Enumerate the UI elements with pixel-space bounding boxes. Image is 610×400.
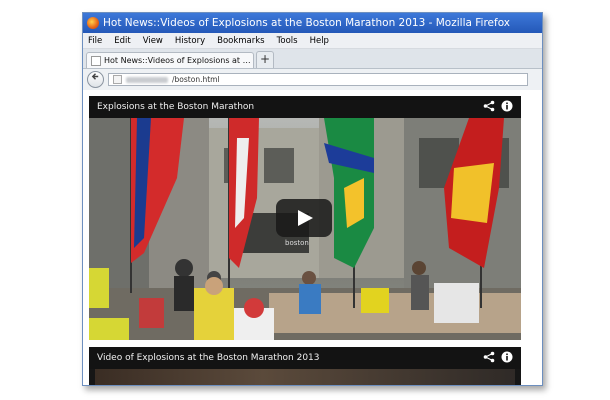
share-icon[interactable] — [483, 351, 495, 363]
site-identity-icon — [113, 75, 122, 84]
window-title: Hot News::Videos of Explosions at the Bo… — [103, 17, 511, 29]
tab-label: Hot News::Videos of Explosions at the Bo… — [104, 56, 253, 65]
video-title[interactable]: Explosions at the Boston Marathon — [97, 102, 254, 112]
video-thumbnail-2 — [95, 369, 515, 385]
video-title-2[interactable]: Video of Explosions at the Boston Marath… — [97, 353, 320, 363]
browser-window: Hot News::Videos of Explosions at the Bo… — [82, 12, 543, 386]
menu-edit[interactable]: Edit — [114, 36, 130, 46]
menu-tools[interactable]: Tools — [277, 36, 298, 46]
video-player-1[interactable]: boston Explosions at the Boston Marathon — [89, 96, 521, 340]
navigation-bar: /boston.html — [83, 69, 542, 91]
tab-active[interactable]: Hot News::Videos of Explosions at the Bo… — [86, 52, 254, 68]
url-path: /boston.html — [172, 75, 220, 84]
menu-bar: File Edit View History Bookmarks Tools H… — [83, 33, 542, 49]
video-title-bar: Explosions at the Boston Marathon — [89, 96, 521, 118]
url-bar[interactable]: /boston.html — [108, 73, 528, 86]
url-host-redacted — [126, 76, 168, 83]
back-arrow-icon — [91, 73, 99, 80]
menu-help[interactable]: Help — [310, 36, 329, 46]
page-content: boston Explosions at the Boston Marathon… — [83, 90, 542, 385]
video-player-2[interactable]: Video of Explosions at the Boston Marath… — [89, 347, 521, 385]
video-title-bar-2: Video of Explosions at the Boston Marath… — [89, 347, 521, 369]
page-icon — [91, 55, 101, 66]
menu-view[interactable]: View — [143, 36, 163, 46]
menu-history[interactable]: History — [175, 36, 205, 46]
info-icon[interactable] — [501, 351, 513, 363]
tab-strip: Hot News::Videos of Explosions at the Bo… — [83, 49, 542, 69]
menu-file[interactable]: File — [88, 36, 102, 46]
back-button[interactable] — [87, 71, 104, 88]
title-bar: Hot News::Videos of Explosions at the Bo… — [83, 13, 542, 33]
play-button[interactable] — [276, 199, 332, 237]
new-tab-button[interactable]: + — [256, 51, 274, 68]
firefox-logo-icon — [87, 17, 99, 29]
info-icon[interactable] — [501, 100, 513, 112]
share-icon[interactable] — [483, 100, 495, 112]
menu-bookmarks[interactable]: Bookmarks — [217, 36, 265, 46]
scene-sign: boston — [285, 239, 309, 247]
